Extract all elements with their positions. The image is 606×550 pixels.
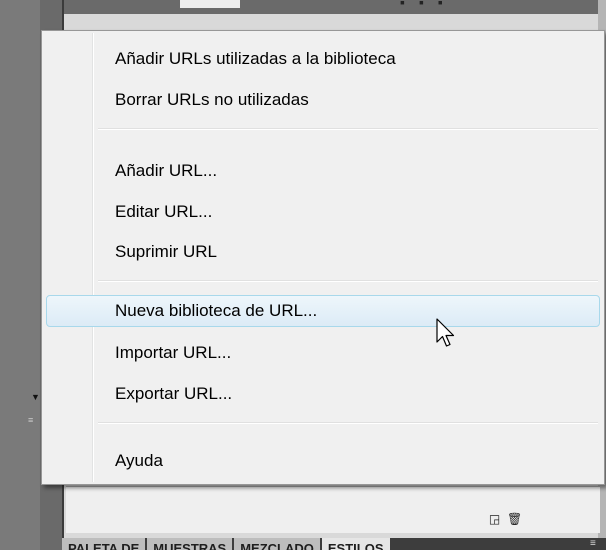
context-menu: Añadir URLs utilizadas a la biblioteca B… xyxy=(41,30,605,485)
panel-top-strip xyxy=(64,0,606,14)
tab-mezclado[interactable]: MEZCLADO xyxy=(234,538,320,550)
menu-item-add-url[interactable]: Añadir URL... xyxy=(46,155,600,187)
menu-item-clear-unused-urls[interactable]: Borrar URLs no utilizadas xyxy=(46,84,600,116)
menu-item-help[interactable]: Ayuda xyxy=(46,445,600,477)
menu-item-label: Añadir URLs utilizadas a la biblioteca xyxy=(115,49,396,68)
panel-top-field xyxy=(180,0,240,8)
panel-tab-bar: PALETA DE MUESTRAS MEZCLADO ESTILOS ≡ xyxy=(62,538,606,550)
trash-icon[interactable]: 🗑 xyxy=(507,513,522,526)
menu-item-import-urls[interactable]: Importar URL... xyxy=(46,337,600,369)
panel-footer-buttons: ◲ 🗑 xyxy=(488,513,522,526)
panel-top-icons: ▪▪▪ xyxy=(400,0,457,10)
panel-menu-icon[interactable]: ≡ xyxy=(590,538,600,550)
tab-estilos[interactable]: ESTILOS xyxy=(321,538,390,550)
new-page-icon[interactable]: ◲ xyxy=(488,513,501,526)
menu-item-label: Importar URL... xyxy=(115,343,232,362)
menu-item-label: Añadir URL... xyxy=(115,161,218,180)
menu-item-label: Nueva biblioteca de URL... xyxy=(115,301,318,320)
menu-item-label: Editar URL... xyxy=(115,202,213,221)
menu-item-new-url-library[interactable]: Nueva biblioteca de URL... xyxy=(46,295,600,327)
tab-paleta[interactable]: PALETA DE xyxy=(62,538,146,550)
menu-item-edit-url[interactable]: Editar URL... xyxy=(46,196,600,228)
left-panel-area xyxy=(0,0,40,550)
menu-item-delete-url[interactable]: Suprimir URL xyxy=(46,236,600,268)
mouse-pointer-icon xyxy=(436,318,455,347)
left-grip-icon[interactable]: ≡ xyxy=(28,415,38,425)
menu-item-label: Ayuda xyxy=(115,451,163,470)
menu-item-export-urls[interactable]: Exportar URL... xyxy=(46,378,600,410)
menu-item-label: Borrar URLs no utilizadas xyxy=(115,90,309,109)
menu-separator xyxy=(98,422,598,424)
menu-separator xyxy=(98,128,598,130)
tab-muestras[interactable]: MUESTRAS xyxy=(147,538,233,550)
menu-separator xyxy=(98,280,598,282)
menu-item-label: Suprimir URL xyxy=(115,242,218,261)
menu-item-label: Exportar URL... xyxy=(115,384,233,403)
menu-item-add-used-urls[interactable]: Añadir URLs utilizadas a la biblioteca xyxy=(46,43,600,75)
left-dropdown-arrow-icon[interactable]: ▼ xyxy=(31,392,40,402)
